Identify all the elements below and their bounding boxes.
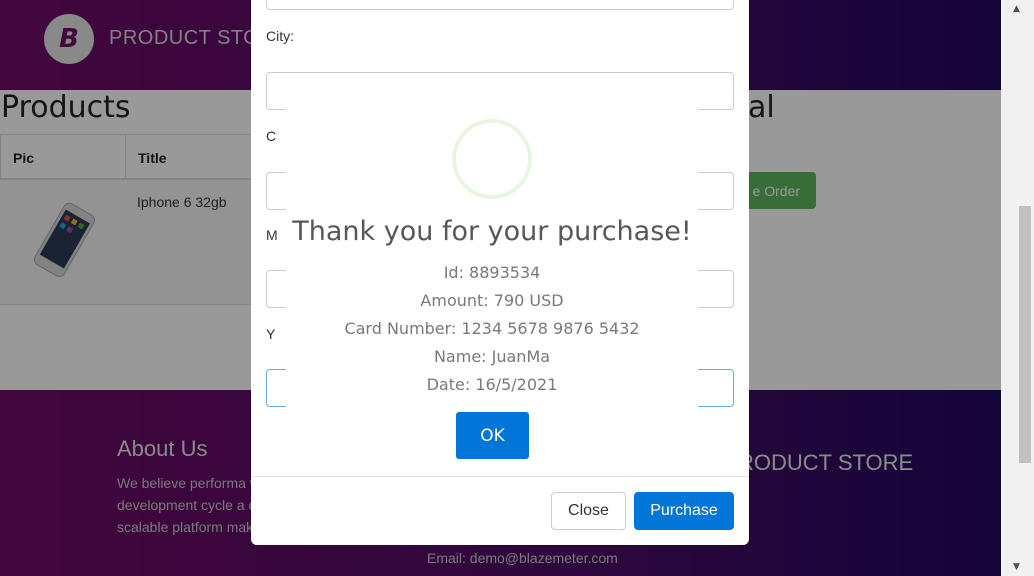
card-label: C [266,128,277,144]
order-date: Date: 16/5/2021 [426,375,558,394]
purchase-button[interactable]: Purchase [634,492,734,530]
ok-button[interactable]: OK [456,412,529,459]
success-check-icon [452,119,532,199]
year-label: Y [266,326,276,342]
modal-footer-divider [251,476,749,477]
order-card-number: Card Number: 1234 5678 9876 5432 [344,319,640,338]
month-label: M [266,227,278,243]
scroll-down-icon[interactable]: ▼ [1013,562,1020,572]
city-label: City: [266,28,294,44]
close-button[interactable]: Close [551,492,626,530]
scroll-thumb[interactable] [1019,206,1031,463]
alert-title: Thank you for your purchase! [292,216,692,247]
country-input[interactable] [266,0,734,10]
order-details: Id: 8893534 Amount: 790 USD Card Number:… [286,259,698,399]
scroll-up-icon[interactable]: ▲ [1013,4,1020,14]
order-name: Name: JuanMa [433,347,551,366]
order-id: Id: 8893534 [443,263,541,282]
purchase-confirmation-dialog: Thank you for your purchase! Id: 8893534… [286,102,698,474]
order-amount: Amount: 790 USD [420,291,564,310]
page-scrollbar[interactable]: ▲ ▼ [1001,0,1034,576]
